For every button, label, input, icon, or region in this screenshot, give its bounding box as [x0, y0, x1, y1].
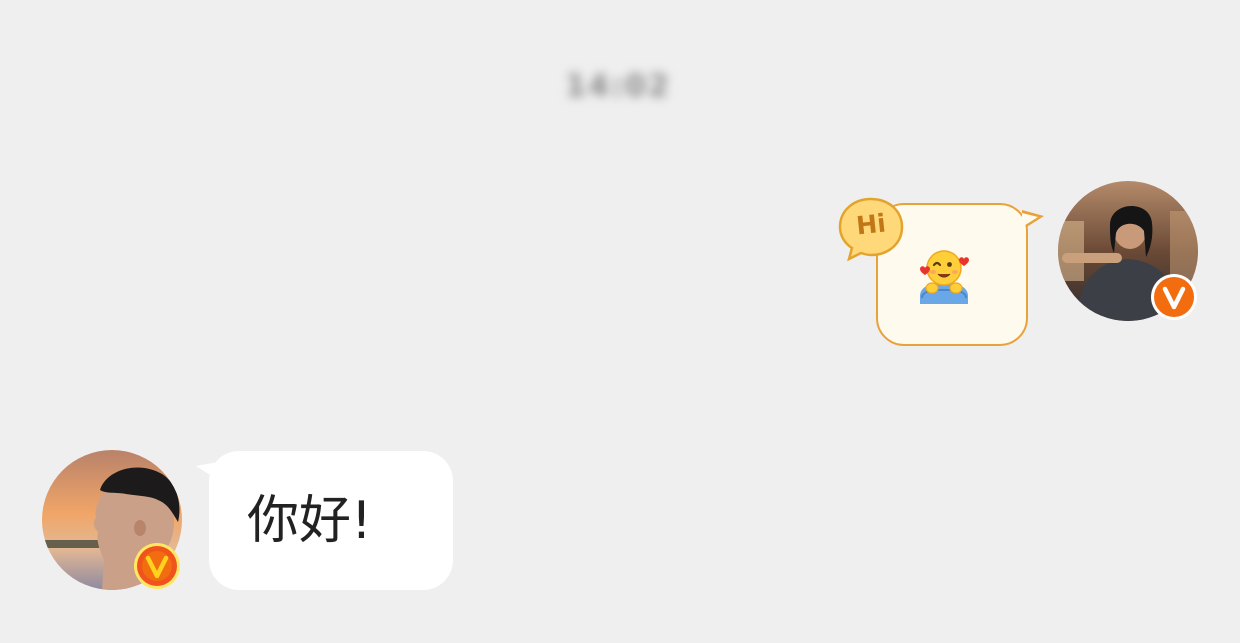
- hi-speech-badge: Hi: [837, 196, 905, 262]
- hugging-face-hearts-icon: [920, 250, 969, 304]
- text-bubble-body[interactable]: 你好!: [209, 451, 453, 590]
- verified-v-badge-icon: [134, 543, 180, 589]
- message-text: 你好!: [247, 491, 372, 551]
- chat-timestamp: 14:02: [565, 66, 671, 106]
- timestamp-text: 14:02: [565, 68, 671, 104]
- verified-v-badge-icon: [1151, 274, 1197, 320]
